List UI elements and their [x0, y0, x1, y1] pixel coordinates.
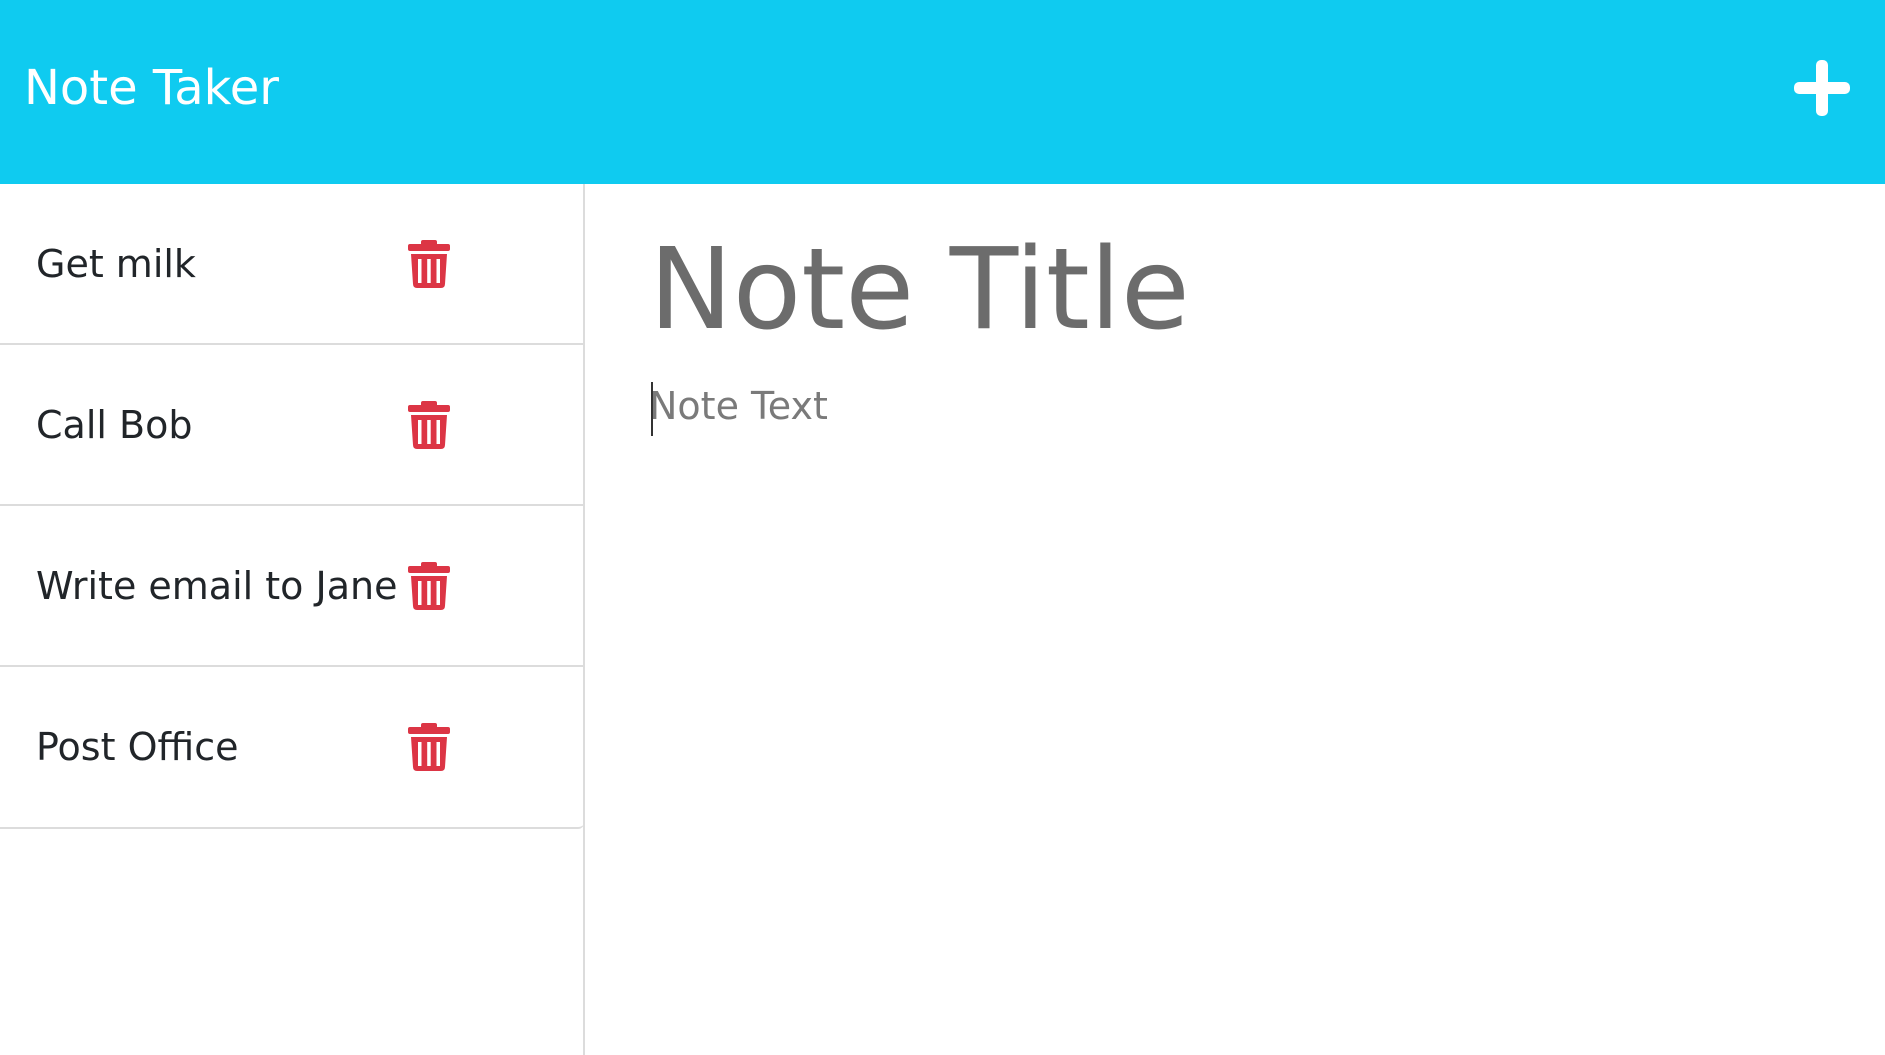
note-item-title: Post Office: [36, 725, 239, 769]
note-item-title: Write email to Jane: [36, 563, 398, 608]
plus-icon: [1794, 60, 1850, 116]
delete-note-button[interactable]: [408, 239, 450, 288]
new-note-button[interactable]: [1786, 52, 1858, 124]
app-title[interactable]: Note Taker: [24, 58, 279, 118]
note-text-input[interactable]: [649, 382, 1829, 1002]
note-list-panel: Get milk Call Bob Write email to Jane Po…: [0, 184, 585, 1055]
delete-note-button[interactable]: [408, 400, 450, 449]
note-item-title: Call Bob: [36, 402, 193, 447]
trash-icon: [408, 400, 450, 449]
note-title-input[interactable]: [649, 220, 1829, 360]
note-item-title: Get milk: [36, 241, 196, 286]
text-cursor: [651, 382, 653, 436]
note-list: Get milk Call Bob Write email to Jane Po…: [0, 184, 584, 829]
app: Note Taker Get milk Call Bob Write email…: [0, 0, 1885, 1055]
trash-icon: [408, 561, 450, 610]
note-editor: [585, 184, 1885, 1055]
delete-note-button[interactable]: [408, 723, 450, 771]
trash-icon: [408, 239, 450, 288]
list-item[interactable]: Call Bob: [0, 345, 584, 506]
list-item[interactable]: Get milk: [0, 184, 584, 345]
delete-note-button[interactable]: [408, 561, 450, 610]
navbar: Note Taker: [0, 0, 1885, 184]
trash-icon: [408, 723, 450, 771]
list-item[interactable]: Post Office: [0, 667, 584, 827]
list-item[interactable]: Write email to Jane: [0, 506, 584, 667]
